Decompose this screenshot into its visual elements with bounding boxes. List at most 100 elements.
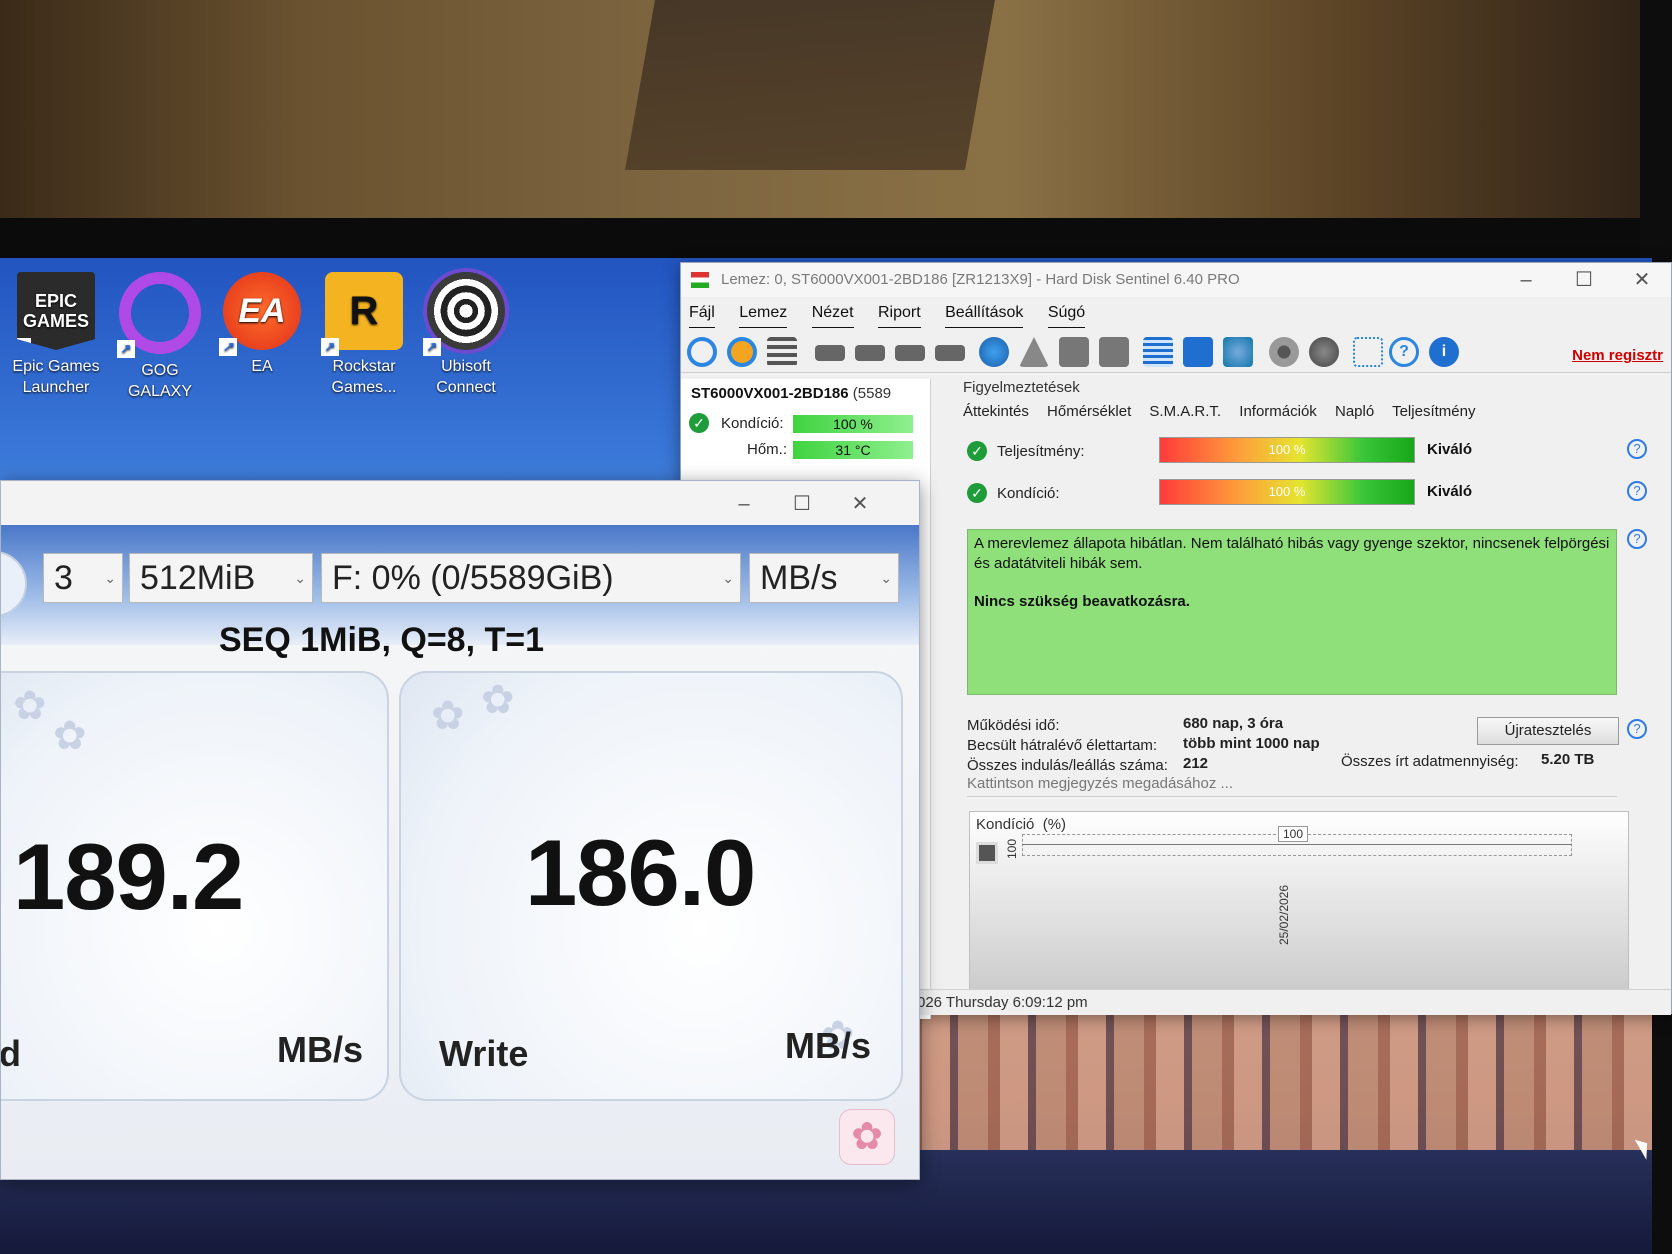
help-icon[interactable]: ?: [1389, 337, 1419, 367]
graph-point-label: 100: [1278, 826, 1309, 842]
health-bar: 100 %: [1159, 479, 1415, 505]
refresh-warning-icon[interactable]: [727, 337, 757, 367]
condition-graph: Kondíció (%) 100 100 25/02/2026: [969, 811, 1629, 1001]
menu-view[interactable]: Nézet: [811, 299, 854, 328]
menu-settings[interactable]: Beállítások: [945, 299, 1024, 328]
unit-select[interactable]: MB/s ⌄: [749, 553, 899, 603]
info-icon[interactable]: i: [1429, 337, 1459, 367]
size-value: 512MiB: [140, 559, 256, 597]
performance-label: Teljesítmény:: [997, 443, 1085, 460]
health-label: Kondíció:: [997, 485, 1060, 502]
disk-temp-bar: 31 °C: [793, 441, 913, 459]
disk-temp-label: Hőm.:: [747, 441, 788, 458]
sound-icon[interactable]: [1309, 337, 1339, 367]
close-button[interactable]: ✕: [1613, 263, 1671, 297]
disk-entry[interactable]: ST6000VX001-2BD186 (5589: [691, 385, 891, 402]
disk-size: (5589: [852, 385, 892, 402]
disk-list-icon[interactable]: [767, 337, 797, 367]
desktop-icon-gog-galaxy[interactable]: ↗ GOG GALAXY: [112, 272, 208, 402]
epic-games-logo-icon: EPIC GAMES ↗: [17, 272, 95, 350]
maximize-button[interactable]: ☐: [773, 487, 831, 521]
window-titlebar[interactable]: Lemez: 0, ST6000VX001-2BD186 [ZR1213X9] …: [681, 263, 1671, 297]
health-rating: Kiváló: [1427, 483, 1473, 500]
crystaldiskmark-window: – ☐ ✕ 3 ⌄ 512MiB ⌄ F: 0% (0/5589GiB) ⌄ MB/s…: [0, 480, 920, 1180]
write-label: Write: [439, 1033, 529, 1074]
retest-button[interactable]: Újratesztelés: [1477, 717, 1619, 745]
screenshot-icon[interactable]: [1353, 337, 1383, 367]
ok-check-icon: ✓: [689, 413, 709, 433]
disk-search-icon[interactable]: [935, 345, 965, 361]
tab-temperature[interactable]: Hőmérséklet: [1047, 403, 1131, 420]
ok-check-icon: ✓: [967, 483, 987, 503]
flower-decoration-icon: ✿: [53, 714, 87, 758]
disk-check-icon[interactable]: [895, 345, 925, 361]
chevron-down-icon: ⌄: [294, 570, 306, 586]
menu-report[interactable]: Riport: [877, 299, 921, 328]
read-label: d: [0, 1033, 21, 1074]
ea-logo-text: EA: [238, 291, 286, 330]
minimize-button[interactable]: –: [1497, 263, 1555, 297]
tab-bar: Áttekintés Hőmérséklet S.M.A.R.T. Inform…: [963, 403, 1672, 427]
desktop-icon-label: Rockstar Games...: [331, 358, 397, 396]
desktop-icon-ea[interactable]: EA ↗ EA: [214, 272, 310, 377]
tab-smart[interactable]: S.M.A.R.T.: [1149, 403, 1221, 420]
flower-decoration-icon: ✿: [431, 694, 465, 738]
shortcut-arrow-icon: ↗: [117, 340, 135, 358]
note-input[interactable]: Kattintson megjegyzés megadásához ...: [967, 771, 1617, 797]
disk-condition-bar: 100 %: [793, 415, 913, 433]
test-title: SEQ 1MiB, Q=8, T=1: [219, 621, 545, 659]
disk-icon[interactable]: [815, 345, 845, 361]
read-unit: MB/s: [277, 1029, 364, 1070]
email-icon[interactable]: [1183, 337, 1213, 367]
help-icon[interactable]: ?: [1627, 481, 1647, 501]
minimize-button[interactable]: –: [715, 487, 773, 521]
disk-condition-label: Kondíció:: [721, 415, 784, 432]
tab-performance[interactable]: Teljesítmény: [1392, 403, 1475, 420]
desktop-icon-ubisoft[interactable]: ↗ Ubisoft Connect: [418, 272, 514, 398]
performance-rating: Kiváló: [1427, 441, 1473, 458]
flower-decoration-icon: ✿: [13, 684, 47, 728]
disk-schedule-icon[interactable]: [855, 345, 885, 361]
close-button[interactable]: ✕: [831, 487, 889, 521]
refresh-icon[interactable]: [687, 337, 717, 367]
graph-x-date: 25/02/2026: [1277, 884, 1292, 946]
size-select[interactable]: 512MiB ⌄: [129, 553, 313, 603]
tab-log[interactable]: Napló: [1335, 403, 1374, 420]
eject-icon[interactable]: [1019, 337, 1049, 367]
sakura-logo-icon: ✿: [839, 1109, 895, 1165]
menu-file[interactable]: Fájl: [689, 299, 715, 328]
report-icon[interactable]: [1143, 337, 1173, 367]
read-result-panel[interactable]: ✿ ✿ 189.2 d MB/s: [0, 671, 389, 1101]
gear-icon[interactable]: [1269, 337, 1299, 367]
menu-bar: Fájl Lemez Nézet Riport Beállítások Súgó: [681, 299, 1671, 328]
window-titlebar[interactable]: – ☐ ✕: [1, 481, 919, 525]
desktop-icon-epic-games[interactable]: EPIC GAMES ↗ Epic Games Launcher: [8, 272, 104, 398]
unregistered-link[interactable]: Nem regisztr: [1572, 347, 1663, 364]
status-action: Nincs szükség beavatkozásra.: [974, 593, 1190, 610]
drive-select[interactable]: F: 0% (0/5589GiB) ⌄: [321, 553, 741, 603]
write-result-panel[interactable]: ✿ ✿ ✿ 186.0 Write MB/s: [399, 671, 903, 1101]
globe-icon[interactable]: [979, 337, 1009, 367]
maximize-button[interactable]: ☐: [1555, 263, 1613, 297]
menu-help[interactable]: Súgó: [1047, 299, 1086, 328]
ubisoft-logo-icon: ↗: [423, 272, 505, 356]
menu-disk[interactable]: Lemez: [739, 299, 788, 328]
network-icon[interactable]: [1223, 337, 1253, 367]
ea-logo-icon: EA ↗: [219, 272, 301, 356]
desktop-icon-rockstar[interactable]: R ↗ Rockstar Games...: [316, 272, 412, 398]
start-stop-value: 212: [1183, 755, 1209, 772]
tab-information[interactable]: Információk: [1239, 403, 1317, 420]
help-icon[interactable]: ?: [1627, 439, 1647, 459]
gog-galaxy-logo-icon: ↗: [117, 272, 201, 358]
monitor-bezel: [0, 218, 1672, 258]
tab-warnings[interactable]: Figyelmeztetések: [963, 379, 1080, 396]
drives-icon[interactable]: [1059, 337, 1089, 367]
help-icon[interactable]: ?: [1627, 529, 1647, 549]
help-icon[interactable]: ?: [1627, 719, 1647, 739]
network-drive-icon[interactable]: [1099, 337, 1129, 367]
rockstar-logo-text: R: [349, 288, 379, 333]
save-icon[interactable]: [976, 842, 998, 864]
tab-overview[interactable]: Áttekintés: [963, 403, 1029, 420]
count-select[interactable]: 3 ⌄: [43, 553, 123, 603]
uptime-value: 680 nap, 3 óra: [1183, 715, 1284, 732]
